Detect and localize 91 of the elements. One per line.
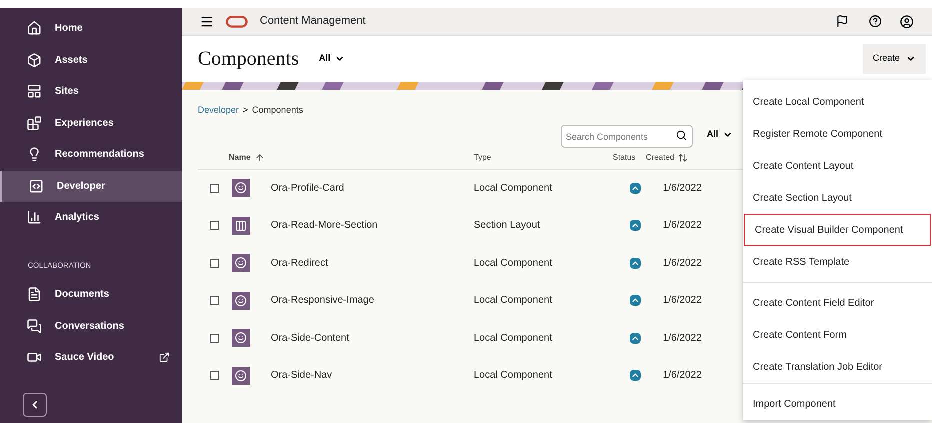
breadcrumb-link[interactable]: Developer: [198, 104, 240, 118]
created-date: 1/6/2022: [663, 369, 702, 384]
code-icon: [29, 178, 44, 194]
page-title: Components: [198, 47, 300, 72]
component-type: Local Component: [474, 294, 554, 308]
status-icon: [630, 332, 641, 344]
created-date: 1/6/2022: [663, 182, 702, 196]
blocks-icon: [27, 116, 42, 131]
sidebar-item[interactable]: Experiences: [0, 108, 182, 139]
menu-item[interactable]: Create Content Layout: [743, 150, 932, 182]
menu-item[interactable]: Create RSS Template: [743, 246, 932, 278]
component-name: Ora-Side-Content: [271, 332, 350, 346]
caret-icon: [906, 54, 916, 64]
component-name: Ora-Responsive-Image: [271, 294, 376, 308]
lightbulb-icon: [27, 147, 42, 162]
component-name: Ora-Redirect: [271, 256, 330, 271]
breadcrumb-separator: >: [243, 104, 248, 117]
menu-item[interactable]: Create Local Component: [743, 86, 932, 118]
sidebar-item[interactable]: Documents: [0, 278, 182, 310]
component-type: Local Component: [474, 256, 554, 271]
menu-item[interactable]: Create Section Layout: [743, 182, 932, 214]
sort-icon: [678, 153, 688, 163]
row-checkbox[interactable]: [210, 296, 219, 306]
search-icon: [676, 130, 687, 140]
sidebar-item[interactable]: Assets: [0, 44, 182, 76]
row-checkbox[interactable]: [210, 184, 219, 193]
component-name: Ora-Profile-Card: [271, 182, 346, 196]
component-name: Ora-Read-More-Section: [271, 219, 379, 234]
sidebar-item[interactable]: Home: [0, 13, 182, 44]
menu-icon[interactable]: [200, 14, 214, 28]
panel-icon: [27, 84, 42, 100]
sidebar-item[interactable]: Recommendations: [0, 139, 182, 170]
user-icon[interactable]: [900, 14, 914, 28]
smiley-icon: [235, 182, 247, 194]
logo-icon: [226, 16, 248, 28]
create-button[interactable]: Create: [862, 44, 926, 74]
status-icon: [630, 220, 641, 232]
column-header[interactable]: Created: [646, 152, 688, 164]
component-type: Local Component: [474, 369, 554, 384]
sort-up-icon: [254, 153, 265, 163]
row-checkbox[interactable]: [210, 371, 219, 380]
sidebar-item[interactable]: Sauce Video: [0, 342, 182, 374]
app-title: Content Management: [260, 14, 366, 30]
video-camera-icon: [27, 350, 42, 365]
bar-chart-icon: [27, 210, 42, 226]
menu-item[interactable]: Create Visual Builder Component: [744, 214, 931, 246]
sidebar-item[interactable]: Analytics: [0, 202, 182, 234]
created-date: 1/6/2022: [663, 332, 702, 346]
collapse-button[interactable]: [23, 393, 47, 417]
status-icon: [630, 258, 641, 269]
breadcrumb-current: Components: [252, 104, 304, 117]
cube-icon: [27, 52, 42, 68]
status-icon: [630, 182, 641, 194]
row-checkbox[interactable]: [210, 221, 219, 230]
sidebar-item[interactable]: Sites: [0, 76, 182, 108]
component-name: Ora-Side-Nav: [271, 369, 334, 384]
row-checkbox[interactable]: [210, 334, 219, 343]
menu-item[interactable]: Create Content Field Editor: [743, 287, 932, 319]
caret-icon: [722, 130, 733, 140]
type-filter-dropdown[interactable]: All: [707, 128, 733, 142]
help-icon[interactable]: [869, 15, 882, 28]
chat-icon: [27, 318, 42, 334]
created-date: 1/6/2022: [663, 219, 702, 234]
menu-item[interactable]: Create Translation Job Editor: [743, 351, 932, 383]
smiley-icon: [235, 257, 247, 270]
created-date: 1/6/2022: [663, 294, 702, 308]
columns-icon: [235, 220, 247, 232]
component-type: Section Layout: [474, 219, 542, 234]
menu-item[interactable]: Import Component: [743, 388, 932, 420]
caret-icon: [334, 54, 345, 64]
component-type: Local Component: [474, 332, 554, 346]
column-header[interactable]: Type: [474, 152, 613, 164]
smiley-icon: [235, 332, 247, 344]
component-type: Local Component: [474, 182, 554, 196]
column-header[interactable]: Status: [613, 152, 646, 164]
smiley-icon: [235, 370, 247, 382]
status-icon: [630, 295, 641, 306]
flag-icon[interactable]: [836, 15, 849, 28]
created-date: 1/6/2022: [663, 256, 702, 271]
sidebar-item[interactable]: Conversations: [0, 310, 182, 342]
menu-item[interactable]: Create Content Form: [743, 319, 932, 351]
menu-item[interactable]: Register Remote Component: [743, 118, 932, 150]
smiley-icon: [235, 294, 247, 307]
search-field[interactable]: Search Components: [561, 125, 693, 148]
column-header[interactable]: Name: [229, 152, 474, 164]
filter-dropdown[interactable]: All: [319, 52, 345, 66]
row-checkbox[interactable]: [210, 258, 219, 268]
document-icon: [27, 287, 42, 302]
status-icon: [630, 370, 641, 382]
house-icon: [27, 21, 42, 36]
sidebar-item[interactable]: Developer: [0, 170, 182, 202]
